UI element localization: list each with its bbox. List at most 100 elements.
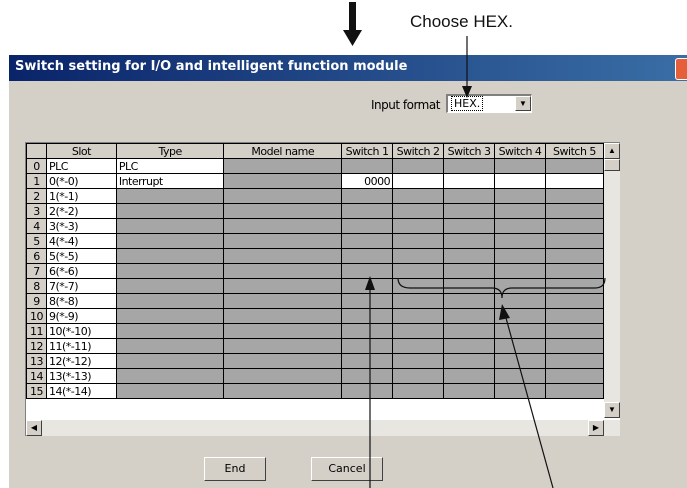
switch-5-cell[interactable] [544,173,604,189]
model-name-cell[interactable] [223,188,343,204]
slot-cell[interactable]: 2(*-2) [45,203,117,219]
switch-5-cell[interactable] [544,203,604,219]
switch-1-cell[interactable] [341,338,394,354]
switch-5-cell[interactable] [544,308,604,324]
slot-cell[interactable]: 13(*-13) [45,368,117,384]
switch-3-cell[interactable] [443,188,496,204]
slot-cell[interactable]: 14(*-14) [45,383,117,399]
model-name-cell[interactable] [223,248,343,264]
horizontal-scrollbar[interactable]: ◀ ▶ [26,420,620,436]
type-cell[interactable] [115,188,225,204]
switch-1-cell[interactable] [341,263,394,279]
dropdown-arrow-icon[interactable]: ▼ [515,96,531,111]
switch-5-cell[interactable] [544,263,604,279]
switch-2-cell[interactable] [392,323,445,339]
model-name-cell[interactable] [223,383,343,399]
scroll-left-icon[interactable]: ◀ [26,420,42,436]
type-cell[interactable] [115,248,225,264]
switch-2-cell[interactable] [392,173,445,189]
slot-cell[interactable]: 3(*-3) [45,218,117,234]
switch-3-cell[interactable] [443,263,496,279]
switch-3-cell[interactable] [443,308,496,324]
switch-2-cell[interactable] [392,383,445,399]
switch-2-cell[interactable] [392,338,445,354]
switch-3-cell[interactable] [443,173,496,189]
switch-4-cell[interactable] [494,218,546,234]
model-name-cell[interactable] [223,308,343,324]
switch-1-cell[interactable] [341,293,394,309]
switch-3-cell[interactable] [443,338,496,354]
switch-2-cell[interactable] [392,203,445,219]
switch-1-cell[interactable] [341,383,394,399]
switch-5-cell[interactable] [544,383,604,399]
model-name-cell[interactable] [223,263,343,279]
close-icon[interactable] [675,58,687,80]
type-cell[interactable] [115,293,225,309]
switch-3-cell[interactable] [443,293,496,309]
switch-2-cell[interactable] [392,248,445,264]
switch-5-cell[interactable] [544,368,604,384]
switch-5-cell[interactable] [544,293,604,309]
switch-5-cell[interactable] [544,278,604,294]
slot-cell[interactable]: 9(*-9) [45,308,117,324]
type-cell[interactable] [115,308,225,324]
switch-4-cell[interactable] [494,248,546,264]
switch-2-cell[interactable] [392,278,445,294]
type-cell[interactable] [115,323,225,339]
model-name-cell[interactable] [223,293,343,309]
switch-2-cell[interactable] [392,233,445,249]
switch-4-cell[interactable] [494,203,546,219]
switch-3-cell[interactable] [443,383,496,399]
switch-1-cell[interactable]: 0000 [341,173,394,189]
switch-1-cell[interactable] [341,158,394,174]
switch-3-cell[interactable] [443,218,496,234]
type-cell[interactable] [115,353,225,369]
model-name-cell[interactable] [223,368,343,384]
type-cell[interactable] [115,233,225,249]
slot-cell[interactable]: 0(*-0) [45,173,117,189]
switch-1-cell[interactable] [341,218,394,234]
model-name-cell[interactable] [223,323,343,339]
switch-2-cell[interactable] [392,263,445,279]
switch-4-cell[interactable] [494,263,546,279]
slot-cell[interactable]: 4(*-4) [45,233,117,249]
switch-1-cell[interactable] [341,368,394,384]
switch-2-cell[interactable] [392,188,445,204]
switch-4-cell[interactable] [494,158,546,174]
slot-cell[interactable]: PLC [45,158,117,174]
switch-1-cell[interactable] [341,233,394,249]
slot-cell[interactable]: 5(*-5) [45,248,117,264]
switch-3-cell[interactable] [443,353,496,369]
model-name-cell[interactable] [223,173,343,189]
switch-5-cell[interactable] [544,188,604,204]
switch-1-cell[interactable] [341,248,394,264]
type-cell[interactable] [115,338,225,354]
slot-cell[interactable]: 1(*-1) [45,188,117,204]
type-cell[interactable] [115,278,225,294]
switch-2-cell[interactable] [392,218,445,234]
switch-4-cell[interactable] [494,293,546,309]
switch-5-cell[interactable] [544,218,604,234]
switch-1-cell[interactable] [341,188,394,204]
switch-2-cell[interactable] [392,353,445,369]
switch-3-cell[interactable] [443,368,496,384]
switch-3-cell[interactable] [443,233,496,249]
switch-5-cell[interactable] [544,323,604,339]
model-name-cell[interactable] [223,233,343,249]
vertical-scrollbar[interactable]: ▲ ▼ [604,143,620,418]
scroll-right-icon[interactable]: ▶ [588,420,604,436]
switch-1-cell[interactable] [341,278,394,294]
scroll-up-icon[interactable]: ▲ [604,143,620,159]
switch-3-cell[interactable] [443,158,496,174]
model-name-cell[interactable] [223,278,343,294]
slot-cell[interactable]: 7(*-7) [45,278,117,294]
slot-cell[interactable]: 12(*-12) [45,353,117,369]
switch-4-cell[interactable] [494,353,546,369]
slot-cell[interactable]: 6(*-6) [45,263,117,279]
switch-4-cell[interactable] [494,368,546,384]
switch-1-cell[interactable] [341,353,394,369]
type-cell[interactable] [115,383,225,399]
switch-1-cell[interactable] [341,323,394,339]
switch-2-cell[interactable] [392,293,445,309]
switch-3-cell[interactable] [443,323,496,339]
